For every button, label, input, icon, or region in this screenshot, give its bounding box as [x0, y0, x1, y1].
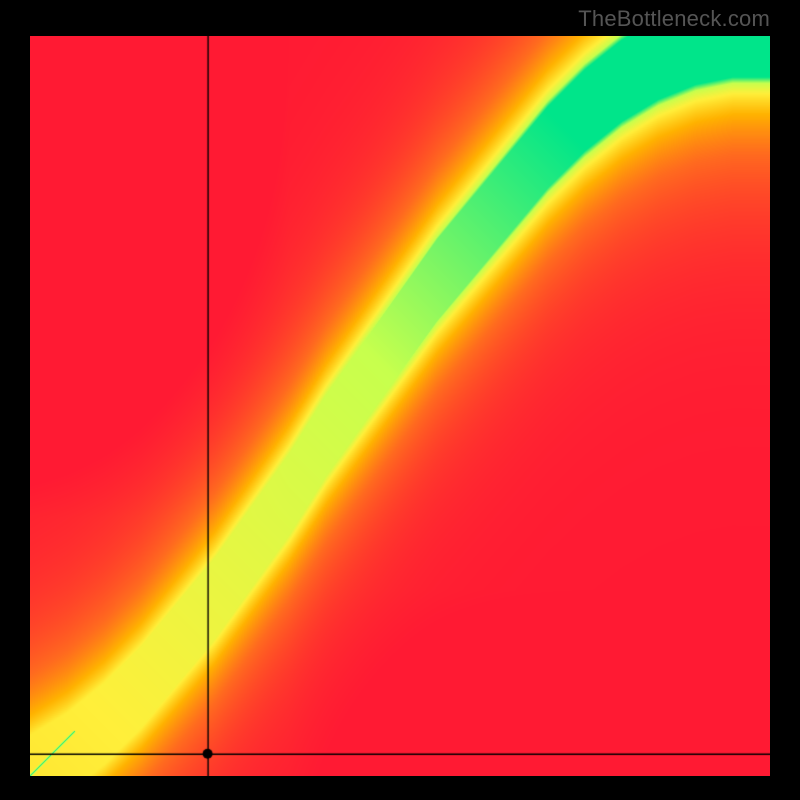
chart-outer-frame: TheBottleneck.com [0, 0, 800, 800]
attribution-text: TheBottleneck.com [578, 6, 770, 32]
heatmap-canvas [30, 36, 770, 776]
heatmap-plot-area [30, 36, 770, 776]
